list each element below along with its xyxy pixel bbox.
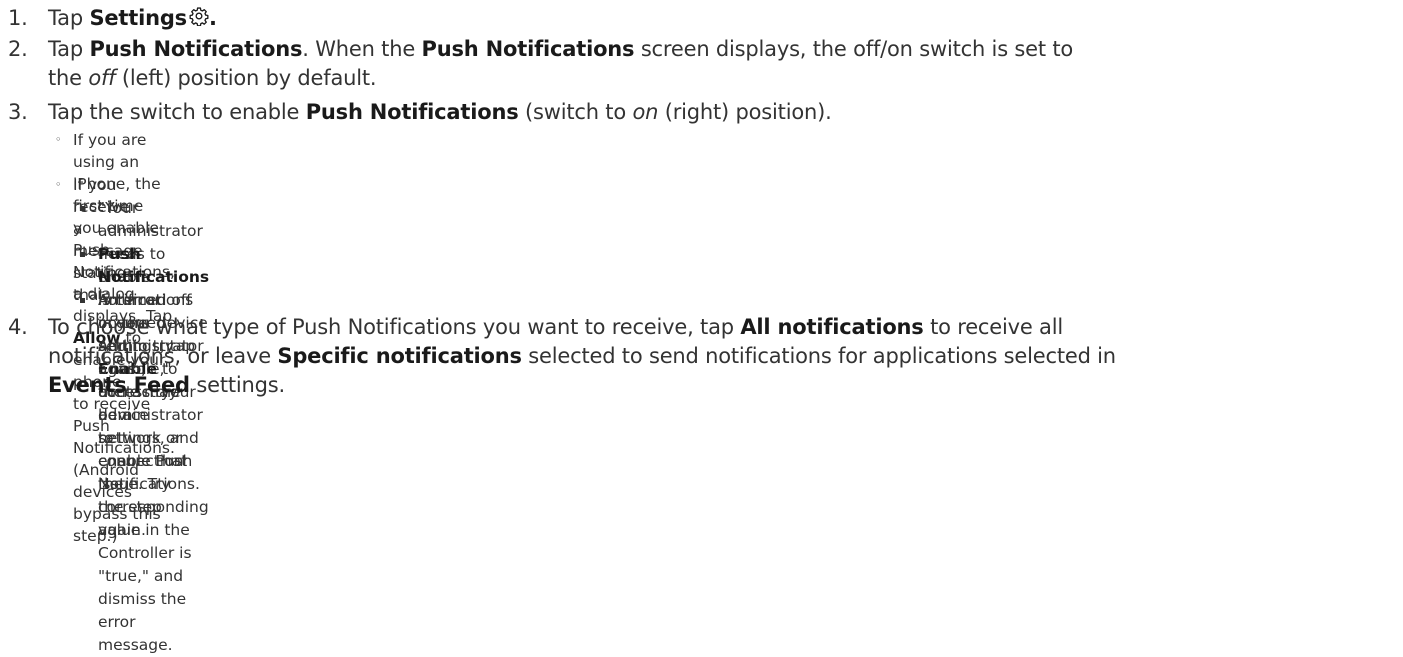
bold-term: Push Notifications (98, 245, 210, 286)
text-run: settings. (189, 373, 285, 397)
bold-term: . (208, 6, 217, 30)
italic-term: off (88, 66, 116, 90)
step-text: Tap the switch to enable Push Notificati… (48, 98, 1378, 127)
text-run: selected to send notifications for appli… (521, 344, 1116, 368)
text-run: the (48, 66, 89, 90)
bold-term: Push Notifications (305, 100, 519, 124)
text-run: Tap (48, 6, 90, 30)
bullet-marker: ◦ (55, 178, 62, 191)
text-run: to receive all (923, 315, 1063, 339)
text-run: notifications, or leave (48, 344, 278, 368)
text-run: . When the (302, 37, 422, 61)
bold-term: Push Notifications (421, 37, 635, 61)
step-text: Tap Settings. (48, 4, 1378, 33)
text-run: (switch to (518, 100, 633, 124)
text-run: To choose what type of Push Notification… (48, 315, 741, 339)
step-number: 1. (8, 6, 28, 30)
step-number: 4. (8, 315, 28, 339)
step-number: 2. (8, 37, 28, 61)
square-bullet-marker (80, 298, 85, 303)
bold-term: Specific notifications (277, 344, 522, 368)
step-text: Tap Push Notifications. When the Push No… (48, 35, 1378, 93)
instructions-document: 1. Tap Settings. 2. Tap Push Notificatio… (0, 0, 1403, 654)
square-bullet-marker (80, 252, 85, 257)
bold-term: Push Notifications (89, 37, 303, 61)
text-run: (right) position). (658, 100, 832, 124)
text-run: (left) position by default. (115, 66, 377, 90)
bullet-marker: ◦ (55, 133, 62, 146)
gear-icon (189, 5, 209, 27)
step-text: To choose what type of Push Notification… (48, 313, 1378, 400)
bold-term: All notifications (740, 315, 924, 339)
step-number: 3. (8, 100, 28, 124)
text-run: Tap the switch to enable (48, 100, 306, 124)
bold-term: Settings (89, 6, 187, 30)
square-bullet-marker (80, 206, 85, 211)
bold-term: Events Feed (48, 373, 190, 397)
text-run: screen displays, the off/on switch is se… (634, 37, 1074, 61)
text-run: Tap (48, 37, 90, 61)
italic-term: on (632, 100, 659, 124)
